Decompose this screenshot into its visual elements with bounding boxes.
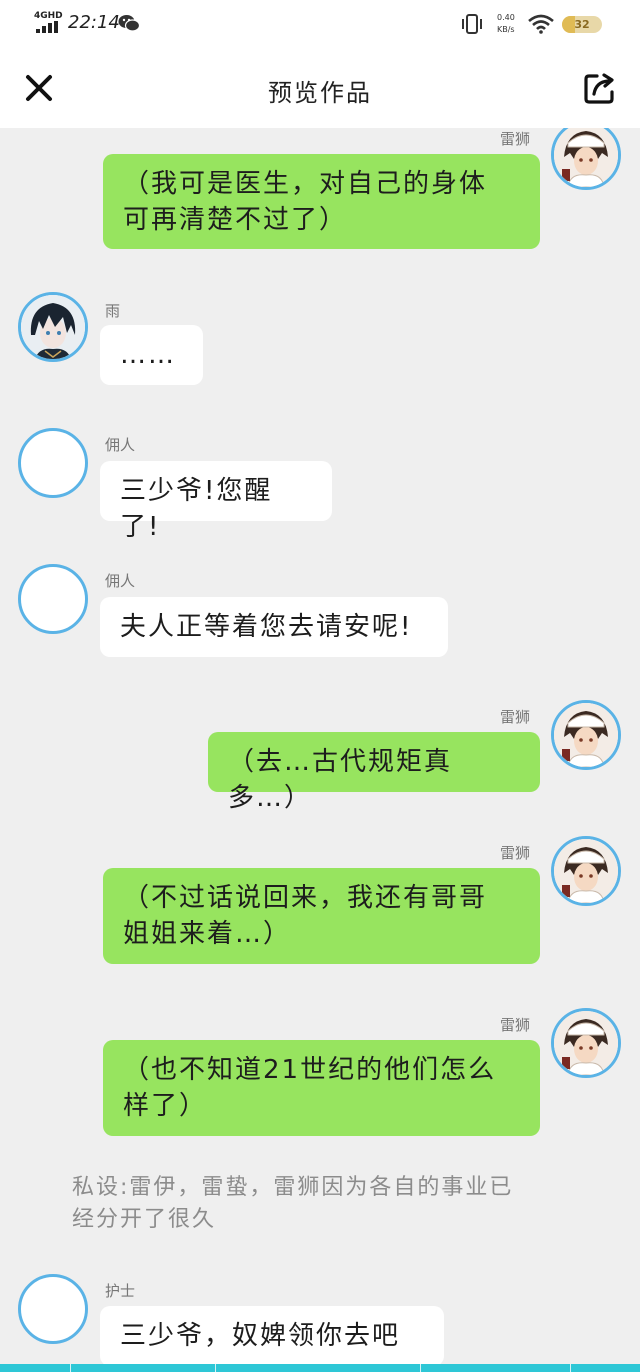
message-bubble: （我可是医生，对自己的身体 可再清楚不过了）: [103, 154, 540, 249]
network-type: 4GHD: [34, 11, 63, 21]
message-bubble: （不过话说回来，我还有哥哥 姐姐来着…）: [103, 868, 540, 964]
sender-name: 雷狮: [500, 1016, 531, 1034]
chat-area: 雷狮 （我可是医生，对自己的身体 可再清楚不过了） 雨 …… 佣人 三少爷!您醒…: [0, 128, 640, 1364]
message-bubble: 夫人正等着您去请安呢!: [100, 597, 448, 657]
leishi-avatar-icon: [554, 703, 618, 767]
battery-icon: 32: [562, 16, 602, 33]
avatar-leishi[interactable]: [551, 1008, 621, 1078]
status-bar: 4GHD 22:14 0.40 KB/s 32: [0, 0, 640, 50]
sender-name: 雨: [105, 302, 121, 320]
battery-text: 32: [574, 18, 590, 31]
sender-name: 雷狮: [500, 844, 531, 862]
narration-line: 私设:雷伊，雷蛰，雷狮因为各自的事业已: [72, 1175, 514, 1200]
narration-line: 经分开了很久: [72, 1207, 217, 1232]
message-line: 样了）: [123, 1091, 208, 1121]
yu-avatar-icon: [21, 295, 85, 359]
status-time: 22:14: [68, 12, 120, 33]
message-line: 夫人正等着您去请安呢!: [120, 612, 413, 642]
sender-name: 佣人: [105, 572, 136, 590]
net-speed: 0.40 KB/s: [497, 13, 515, 34]
message-line: ……: [120, 340, 176, 370]
message-line: （不过话说回来，我还有哥哥: [123, 883, 488, 913]
message-bubble: 三少爷，奴婢领你去吧: [100, 1306, 444, 1364]
leishi-avatar-icon: [554, 1011, 618, 1075]
leishi-avatar-icon: [554, 128, 618, 187]
message-line: 三少爷，奴婢领你去吧: [120, 1321, 401, 1351]
avatar-nurse[interactable]: [18, 1274, 88, 1344]
message-line: （也不知道21世纪的他们怎么: [123, 1055, 497, 1085]
wifi-icon: [528, 14, 554, 34]
vibrate-icon: [462, 14, 482, 34]
avatar-yu[interactable]: [18, 292, 88, 362]
avatar-leishi[interactable]: [551, 836, 621, 906]
sender-name: 佣人: [105, 436, 136, 454]
sender-name: 雷狮: [500, 130, 531, 148]
message-bubble: 三少爷!您醒了!: [100, 461, 332, 542]
app-header: 预览作品: [0, 50, 640, 128]
narration-text: 私设:雷伊，雷蛰，雷狮因为各自的事业已 经分开了很久: [72, 1172, 572, 1236]
message-line: 可再清楚不过了）: [123, 205, 348, 235]
bottom-strip: [0, 1364, 640, 1372]
avatar-leishi[interactable]: [551, 128, 621, 190]
message-bubble: （也不知道21世纪的他们怎么 样了）: [103, 1040, 540, 1136]
wechat-icon: [118, 15, 140, 32]
message-line: 姐姐来着…）: [123, 919, 292, 949]
sender-name: 护士: [105, 1282, 136, 1300]
leishi-avatar-icon: [554, 839, 618, 903]
avatar-servant[interactable]: [18, 564, 88, 634]
sender-name: 雷狮: [500, 708, 531, 726]
share-icon[interactable]: [582, 70, 618, 106]
avatar-servant[interactable]: [18, 428, 88, 498]
message-line: （去…古代规矩真多…）: [228, 747, 453, 813]
message-line: 三少爷!您醒了!: [120, 476, 273, 542]
page-title: 预览作品: [268, 79, 372, 107]
avatar-leishi[interactable]: [551, 700, 621, 770]
message-line: （我可是医生，对自己的身体: [123, 169, 488, 199]
message-bubble: ……: [100, 325, 203, 385]
signal-icon: [36, 21, 58, 33]
message-bubble: （去…古代规矩真多…）: [208, 732, 540, 813]
